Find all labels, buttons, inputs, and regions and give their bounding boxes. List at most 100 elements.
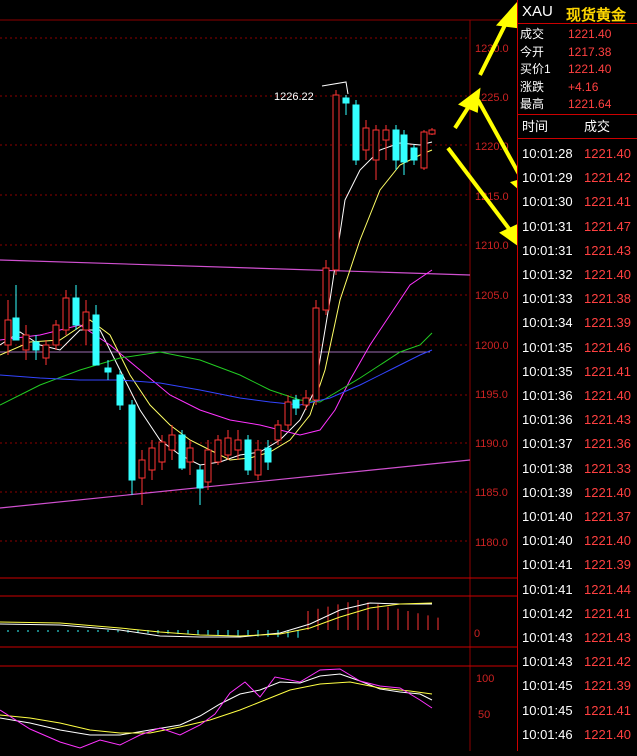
- candle-body: [178, 434, 186, 469]
- tick-price: 1221.44: [584, 581, 631, 597]
- candle-body: [116, 374, 124, 406]
- tick-row[interactable]: 10:01:36 1221.40: [520, 384, 636, 408]
- quote-label: 成交: [520, 27, 545, 41]
- high-price-label: 1226.22: [274, 91, 314, 103]
- tick-price: 1221.36: [584, 436, 631, 452]
- price-tick: 1210.0: [475, 240, 509, 252]
- tick-row[interactable]: 10:01:40 1221.37: [520, 505, 636, 529]
- candle-body: [372, 129, 380, 161]
- tick-time: 10:01:36: [522, 412, 573, 428]
- quote-label: 今开: [520, 44, 545, 59]
- tick-row[interactable]: 10:01:39 1221.40: [520, 481, 636, 505]
- tick-row[interactable]: 10:01:29 1221.42: [520, 166, 636, 190]
- tick-row[interactable]: 10:01:36 1221.43: [520, 408, 636, 432]
- tick-time: 10:01:31: [522, 242, 573, 258]
- tick-row[interactable]: 10:01:31 1221.47: [520, 215, 636, 239]
- tick-row[interactable]: 10:01:34 1221.39: [520, 311, 636, 335]
- tick-time: 10:01:43: [522, 654, 573, 670]
- candle-body: [214, 439, 222, 463]
- candle-body: [312, 307, 320, 401]
- tick-row[interactable]: 10:01:32 1221.40: [520, 263, 636, 287]
- tick-row[interactable]: 10:01:45 1221.39: [520, 674, 636, 698]
- price-tick: 1205.0: [475, 290, 509, 302]
- tick-row[interactable]: 10:01:38 1221.33: [520, 457, 636, 481]
- candle-body: [234, 439, 242, 451]
- candle-body: [204, 449, 212, 483]
- tick-price: 1221.40: [584, 484, 631, 500]
- kdj-tick: 50: [478, 709, 490, 721]
- tick-row[interactable]: 10:01:33 1221.38: [520, 287, 636, 311]
- candle-body: [22, 334, 30, 351]
- divider: [518, 114, 637, 115]
- price-tick: 1195.0: [475, 389, 508, 401]
- candle-body: [244, 439, 252, 471]
- tick-price: 1221.42: [584, 654, 631, 670]
- candle-body: [352, 104, 360, 161]
- tick-row[interactable]: 10:01:43 1221.43: [520, 626, 636, 650]
- lower-trendline: [0, 459, 471, 509]
- candle-body: [292, 399, 300, 409]
- tick-price: 1221.39: [584, 678, 631, 694]
- candle-body: [186, 447, 194, 463]
- candle-body: [196, 469, 204, 489]
- macd-histogram: [7, 600, 439, 638]
- tick-row[interactable]: 10:01:28 1221.40: [520, 142, 636, 166]
- kdj-d-line: [0, 681, 433, 734]
- kline-chart[interactable]: 1230.0 1225.0 1220.0 1215.0 1210.0 1205.…: [0, 0, 637, 751]
- tick-price: 1221.40: [584, 726, 631, 742]
- tick-time: 10:01:32: [522, 267, 573, 282]
- tick-price: 1221.41: [584, 363, 631, 379]
- tick-row[interactable]: 10:01:45 1221.41: [520, 699, 636, 723]
- candle-body: [254, 449, 262, 476]
- tick-row[interactable]: 10:01:31 1221.43: [520, 239, 636, 263]
- col-header-deal: 成交: [584, 119, 611, 134]
- quote-row: 成交 1221.40: [520, 25, 636, 43]
- tick-time: 10:01:46: [522, 726, 573, 742]
- tick-time: 10:01:38: [522, 460, 573, 476]
- tick-price: 1221.39: [584, 315, 631, 331]
- tick-time: 10:01:30: [522, 194, 573, 210]
- candle-body: [12, 317, 20, 341]
- candle-body: [128, 404, 136, 481]
- candle-body: [72, 297, 80, 326]
- tick-row[interactable]: 10:01:40 1221.40: [520, 529, 636, 553]
- tick-row[interactable]: 10:01:37 1221.36: [520, 432, 636, 456]
- quote-value: 1221.64: [568, 97, 612, 111]
- tick-row[interactable]: 10:01:30 1221.41: [520, 190, 636, 214]
- tick-row[interactable]: 10:01:46 1221.40: [520, 723, 636, 747]
- tick-row[interactable]: 10:01:35 1221.46: [520, 336, 636, 360]
- tick-price: 1221.33: [584, 460, 631, 476]
- panel-separators: [0, 577, 517, 667]
- tick-row[interactable]: 10:01:41 1221.44: [520, 578, 636, 602]
- tick-time: 10:01:28: [522, 146, 573, 161]
- kline-chart-panel[interactable]: 1230.0 1225.0 1220.0 1215.0 1210.0 1205.…: [0, 0, 637, 751]
- tick-time: 10:01:42: [522, 605, 573, 621]
- tick-price: 1221.39: [584, 557, 631, 573]
- candle-body: [342, 97, 350, 104]
- quote-value: 1217.38: [568, 44, 612, 59]
- candle-body: [400, 134, 408, 163]
- quote-label: 最高: [520, 97, 545, 111]
- tick-time: 10:01:39: [522, 484, 573, 500]
- tick-price: 1221.41: [584, 702, 631, 718]
- candle-body: [224, 437, 232, 456]
- candle-body: [62, 297, 70, 331]
- candle-body: [382, 129, 390, 141]
- tick-price: 1221.43: [584, 412, 631, 428]
- candle-body: [332, 94, 340, 271]
- tick-row[interactable]: 10:01:42 1221.41: [520, 602, 636, 626]
- tick-time: 10:01:35: [522, 363, 573, 379]
- quote-label: 涨跌: [520, 79, 545, 94]
- candle-body: [148, 447, 156, 471]
- tick-time: 10:01:31: [522, 218, 573, 234]
- tick-row[interactable]: 10:01:43 1221.42: [520, 650, 636, 674]
- tick-row[interactable]: 10:01:35 1221.41: [520, 360, 636, 384]
- quote-row: 最高 1221.64: [520, 95, 636, 113]
- upper-trendline: [0, 259, 471, 276]
- tick-price: 1221.38: [584, 291, 631, 307]
- tick-price: 1221.40: [584, 267, 631, 282]
- tick-price: 1221.43: [584, 630, 631, 645]
- candle-body: [410, 147, 418, 161]
- tick-price: 1221.41: [584, 605, 631, 621]
- tick-row[interactable]: 10:01:41 1221.39: [520, 553, 636, 577]
